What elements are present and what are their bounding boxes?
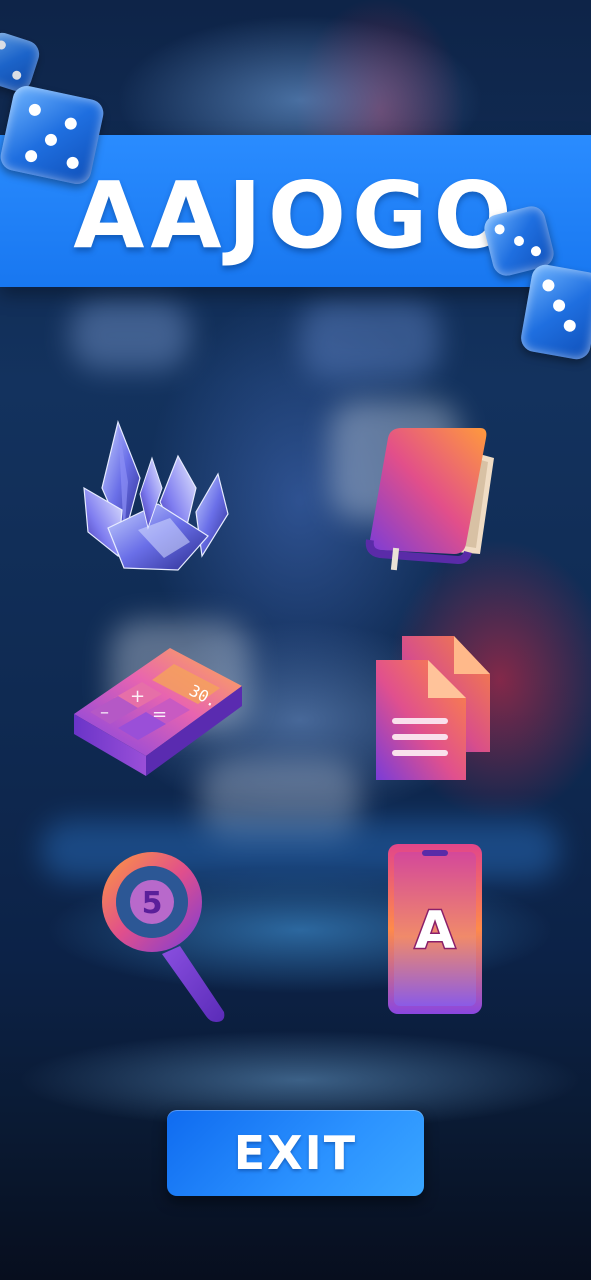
background-blur-shape	[300, 300, 440, 380]
svg-text:–: –	[100, 702, 109, 723]
dice-icon	[0, 83, 106, 187]
menu-item-book[interactable]	[362, 420, 502, 572]
smartphone-icon: A	[388, 844, 482, 1014]
svg-text:+: +	[130, 686, 145, 707]
magnifier-icon: 5	[102, 852, 225, 1022]
crystal-icon	[83, 420, 229, 571]
background-blur-shape	[70, 300, 190, 370]
svg-text:=: =	[152, 704, 167, 725]
menu-item-calculator[interactable]: 30. + – =	[70, 644, 246, 780]
menu-item-smartphone[interactable]: A	[386, 842, 484, 1016]
calculator-icon: 30. + – =	[74, 648, 242, 776]
magnifier-glyph: 5	[142, 886, 163, 921]
exit-button[interactable]: EXIT	[167, 1110, 424, 1196]
smartphone-glyph: A	[415, 901, 455, 961]
menu-item-magnifier[interactable]: 5	[96, 846, 232, 1026]
menu-item-crystal[interactable]	[78, 418, 238, 578]
documents-icon	[376, 636, 490, 780]
menu-item-documents[interactable]	[372, 634, 496, 782]
book-icon	[365, 428, 494, 571]
exit-button-label: EXIT	[233, 1126, 358, 1180]
